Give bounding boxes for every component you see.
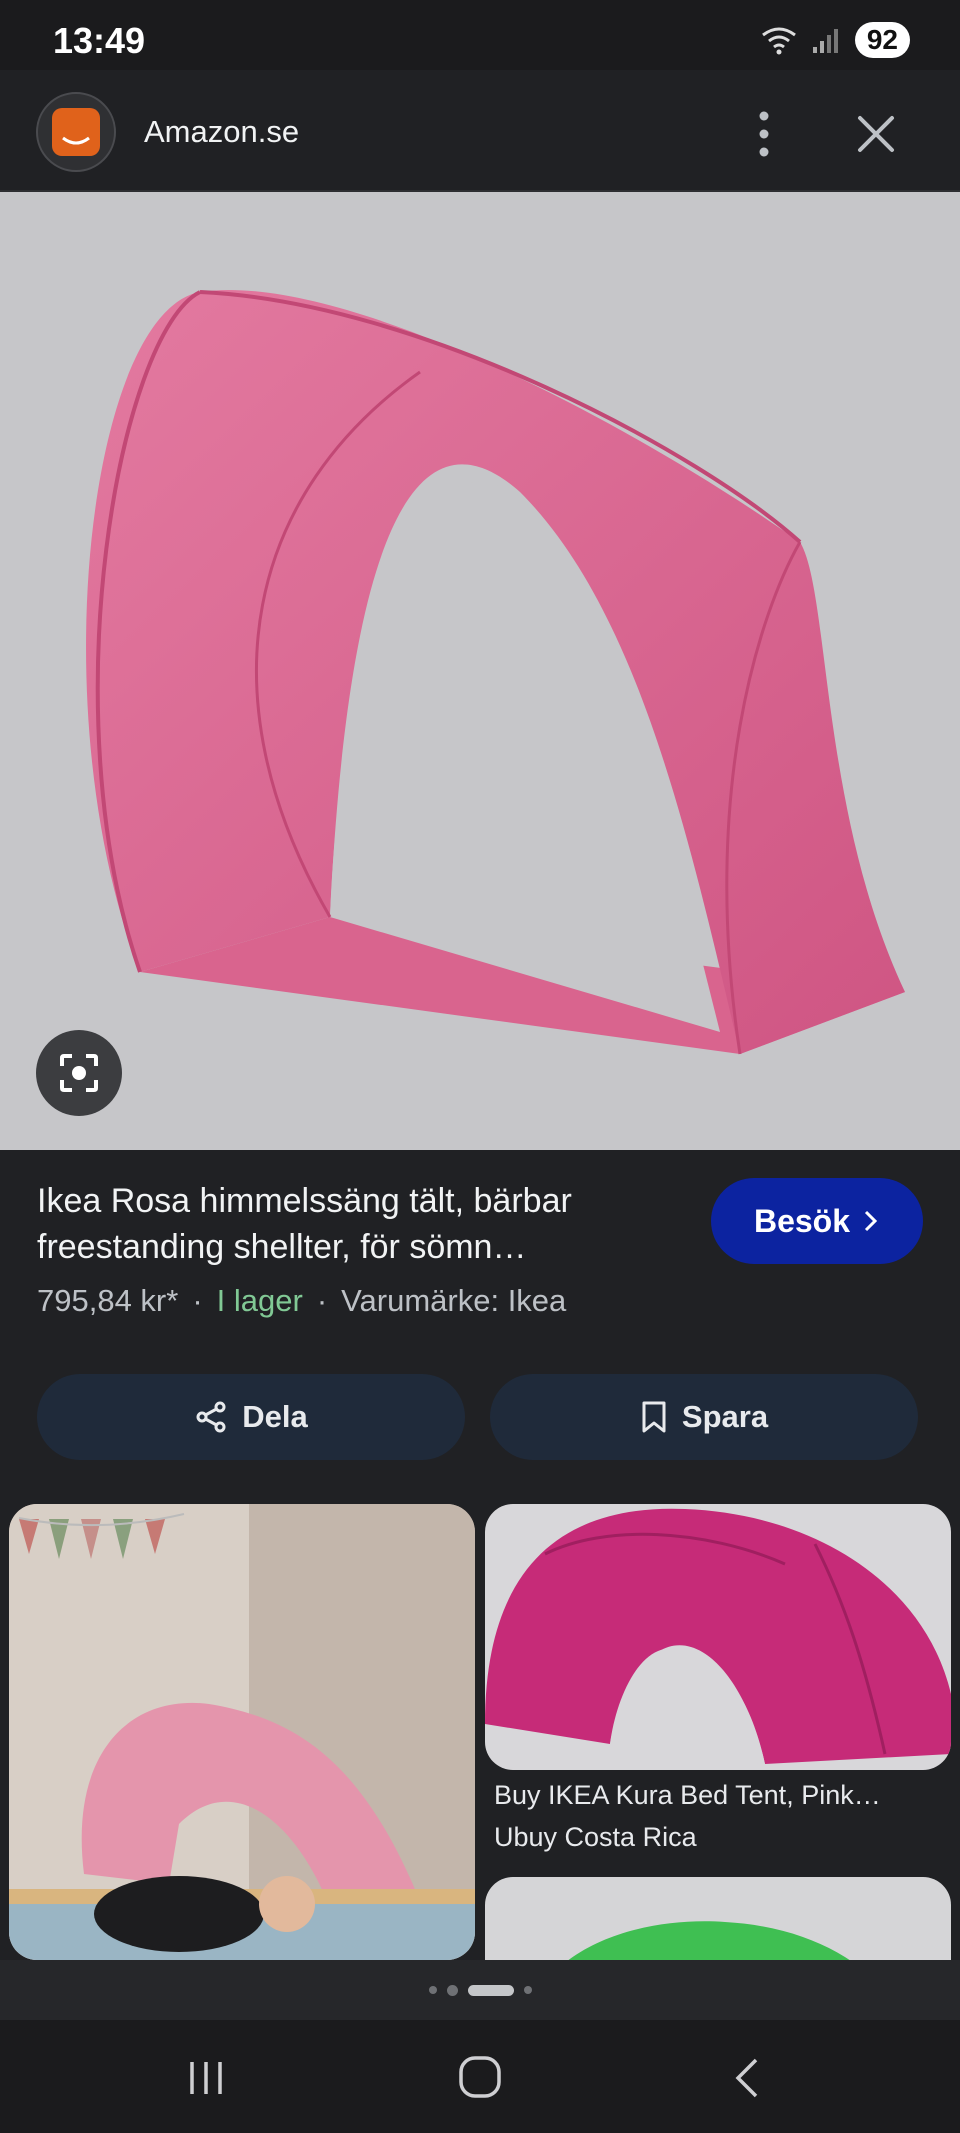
save-button[interactable]: Spara [490, 1374, 918, 1460]
signal-icon [812, 29, 838, 53]
lens-icon [60, 1054, 98, 1092]
page-dot [523, 1986, 532, 1994]
site-favicon [36, 92, 116, 172]
bookmark-icon [642, 1401, 666, 1433]
separator: · [192, 1283, 203, 1318]
share-button[interactable]: Dela [37, 1374, 465, 1460]
pink-bed-tent-image [86, 289, 905, 1055]
save-button-label: Spara [681, 1399, 769, 1434]
kura-bed-tent-photo [485, 1508, 951, 1764]
page-dot-active [467, 1984, 514, 1996]
close-icon[interactable] [850, 108, 902, 160]
share-button-label: Dela [242, 1399, 308, 1434]
related-result-title[interactable]: Buy IKEA Kura Bed Tent, Pink… [494, 1780, 881, 1811]
related-image-card[interactable] [485, 1504, 951, 1770]
stock-status: I lager [216, 1283, 303, 1318]
page-dot [446, 1984, 458, 1996]
page-indicator [0, 1960, 960, 2020]
lens-search-button[interactable] [36, 1030, 122, 1116]
related-image-card[interactable] [9, 1504, 475, 1960]
amazon-logo-icon [52, 108, 100, 156]
battery-indicator: 92 [854, 22, 910, 58]
chevron-right-icon [864, 1210, 878, 1232]
recents-icon[interactable] [186, 2058, 226, 2098]
visit-button-label: Besök [753, 1202, 851, 1239]
wifi-icon [761, 27, 796, 55]
related-result-source: Ubuy Costa Rica [494, 1822, 697, 1852]
more-vert-icon[interactable] [747, 104, 781, 164]
status-bar: 13:49 92 [0, 0, 960, 70]
home-icon[interactable] [455, 2054, 505, 2100]
product-brand: Varumärke: Ikea [341, 1283, 567, 1318]
product-price: 795,84 kr* [37, 1283, 179, 1318]
site-name[interactable]: Amazon.se [144, 114, 299, 150]
app-header: Amazon.se [0, 70, 960, 192]
status-time: 13:49 [53, 20, 146, 61]
system-nav-bar [0, 2020, 960, 2133]
product-image[interactable] [0, 192, 960, 1150]
visit-button[interactable]: Besök [711, 1178, 923, 1264]
page-dot [428, 1986, 437, 1994]
separator: · [316, 1283, 328, 1318]
back-icon[interactable] [730, 2056, 766, 2100]
status-icons: 92 [761, 22, 910, 58]
product-meta: 795,84 kr* · I lager · Varumärke: Ikea [37, 1283, 566, 1319]
product-title[interactable]: Ikea Rosa himmelssäng tält, bärbar frees… [37, 1178, 677, 1270]
share-icon [196, 1401, 226, 1433]
kids-bed-tent-photo [9, 1504, 475, 1960]
